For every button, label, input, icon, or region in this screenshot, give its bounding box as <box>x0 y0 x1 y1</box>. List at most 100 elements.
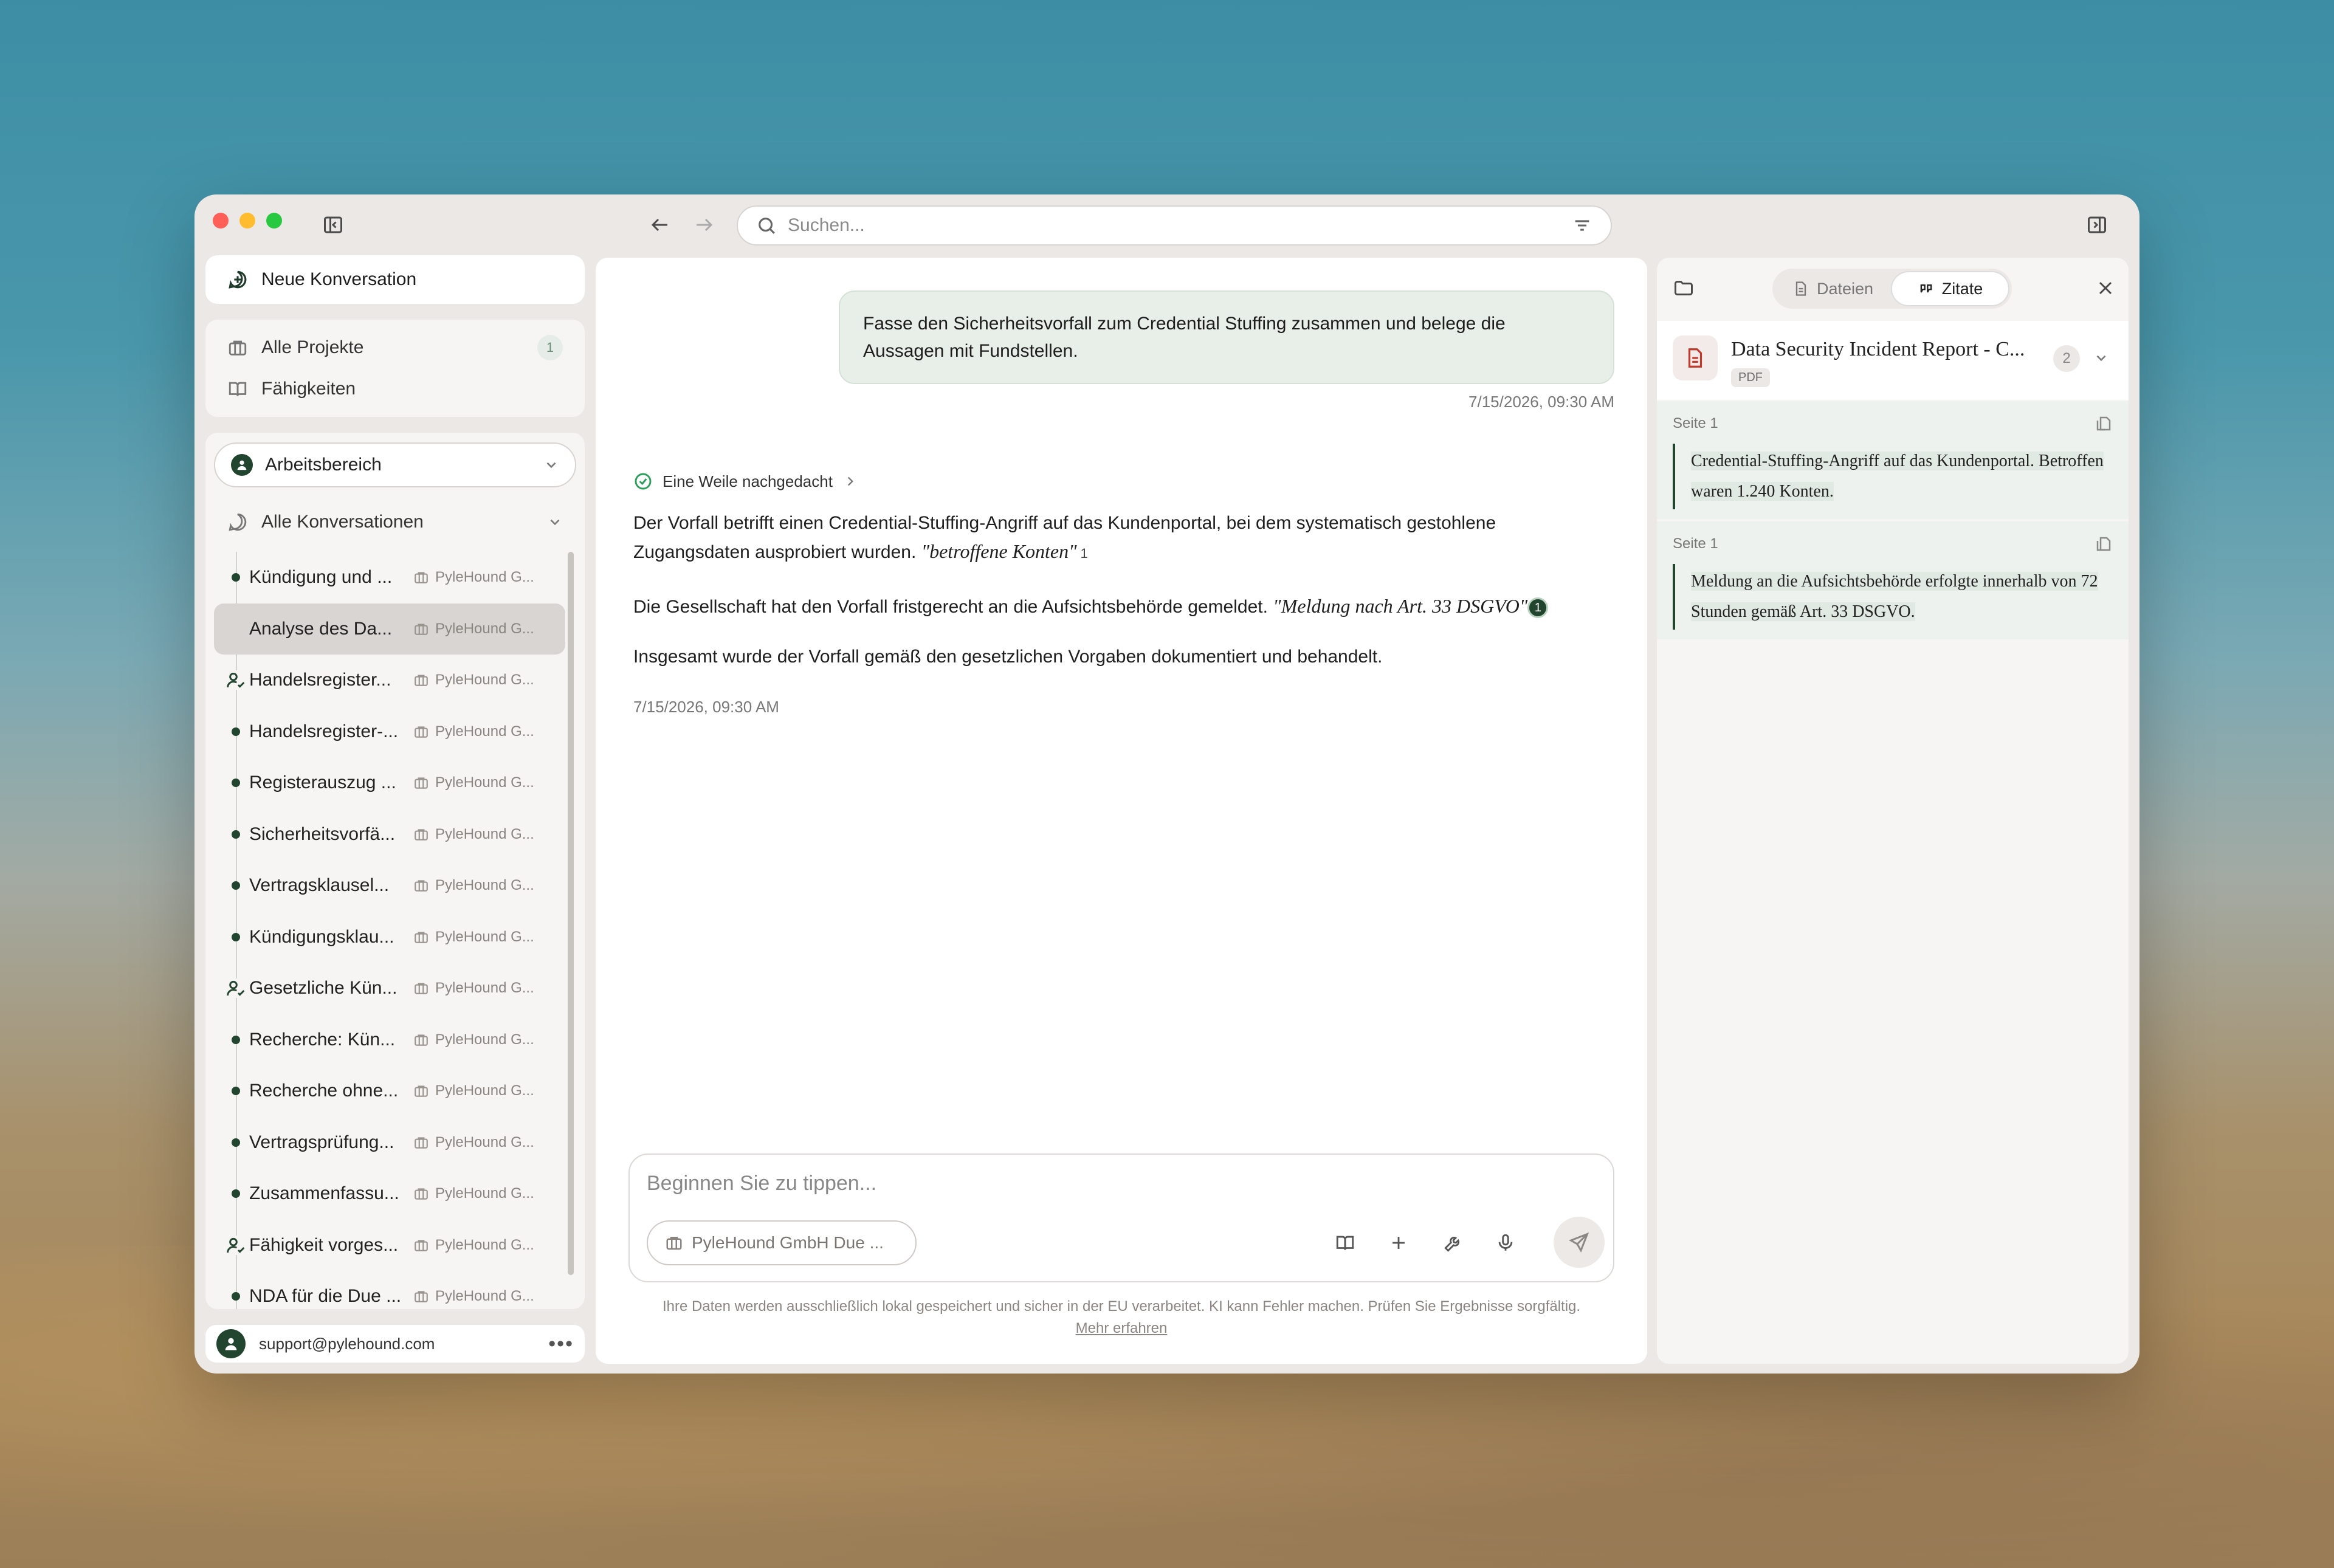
message-input[interactable] <box>647 1172 1558 1202</box>
learn-more-link[interactable]: Mehr erfahren <box>1076 1320 1168 1336</box>
conversation-item[interactable]: Handelsregister... PyleHound G... <box>205 655 570 706</box>
citation-marker-1[interactable]: 1 <box>1081 546 1088 561</box>
conversation-item[interactable]: NDA für die Due ... PyleHound G... <box>205 1271 570 1309</box>
conversation-project-label: PyleHound G... <box>435 1031 534 1048</box>
timeline-dot <box>232 1087 240 1096</box>
conversation-item[interactable]: Sicherheitsvorfä... PyleHound G... <box>205 809 570 861</box>
conversation-project: PyleHound G... <box>413 1237 534 1254</box>
briefcase-icon <box>415 777 428 789</box>
minimize-window-button[interactable] <box>239 213 255 229</box>
conversation-project: PyleHound G... <box>413 672 534 689</box>
project-selector[interactable]: PyleHound GmbH Due ... <box>647 1220 917 1265</box>
wrench-icon[interactable] <box>1437 1226 1470 1259</box>
conversation-project-label: PyleHound G... <box>435 620 534 637</box>
citation-item[interactable]: Seite 1 Credential-Stuffing-Angriff auf … <box>1657 401 2129 519</box>
conversation-item[interactable]: Handelsregister-... PyleHound G... <box>205 706 570 758</box>
nav-all-projects[interactable]: Alle Projekte 1 <box>205 327 585 368</box>
conversation-list: Kündigung und ... PyleHound G... Analyse d… <box>205 552 570 1309</box>
user-account[interactable]: support@pylehound.com ••• <box>205 1325 585 1363</box>
conversation-project-label: PyleHound G... <box>435 928 534 945</box>
user-message-timestamp: 7/15/2026, 09:30 AM <box>1468 393 1614 411</box>
skills-book-icon[interactable] <box>1329 1226 1362 1259</box>
all-conversations-label: Alle Konversationen <box>261 512 424 532</box>
conversation-project-label: PyleHound G... <box>435 1236 534 1253</box>
conversation-item[interactable]: Vertragsprüfung... PyleHound G... <box>205 1117 570 1169</box>
filter-icon[interactable] <box>1572 215 1592 236</box>
nav-card: Alle Projekte 1 Fähigkeiten <box>205 320 585 417</box>
conversation-item[interactable]: Zusammenfassu... PyleHound G... <box>205 1168 570 1220</box>
user-email: support@pylehound.com <box>259 1334 435 1353</box>
search-input[interactable] <box>788 215 1561 236</box>
briefcase-icon <box>415 675 428 686</box>
conversation-title: Registerauszug ... <box>249 772 396 793</box>
all-conversations-toggle[interactable]: Alle Konversationen <box>205 501 585 543</box>
workspace-select[interactable]: Arbeitsbereich <box>214 442 576 487</box>
conversation-item[interactable]: Vertragsklausel... PyleHound G... <box>205 860 570 912</box>
conversation-item[interactable]: Fähigkeit vorges... PyleHound G... <box>205 1220 570 1271</box>
search-icon <box>759 218 775 234</box>
person-check-icon <box>226 670 246 690</box>
back-arrow-icon[interactable] <box>649 214 671 236</box>
workspace-label: Arbeitsbereich <box>265 455 382 475</box>
new-conversation-button[interactable]: Neue Konversation <box>205 255 585 304</box>
conversation-title: Gesetzliche Kün... <box>249 978 398 999</box>
timeline-dot <box>232 779 240 788</box>
conversation-title: Fähigkeit vorges... <box>249 1234 399 1255</box>
answer-quote-2: "Meldung nach Art. 33 DSGVO" <box>1273 595 1528 617</box>
close-icon[interactable] <box>2095 277 2116 299</box>
briefcase-icon <box>415 1240 428 1251</box>
chat-plus-icon <box>229 270 247 289</box>
thought-label: Eine Weile nachgedacht <box>663 472 833 490</box>
briefcase-icon <box>415 1085 428 1097</box>
timeline-dot <box>232 1292 240 1301</box>
timeline-dot <box>232 727 240 736</box>
conversation-title: Recherche: Kün... <box>249 1029 396 1050</box>
close-window-button[interactable] <box>213 213 229 229</box>
conversation-project: PyleHound G... <box>413 723 534 740</box>
conversation-title: Vertragsprüfung... <box>249 1132 394 1152</box>
conversation-project-label: PyleHound G... <box>435 723 534 740</box>
sidebar-scrollbar[interactable] <box>568 552 574 1275</box>
thought-toggle[interactable]: Eine Weile nachgedacht <box>633 472 858 491</box>
conversation-item[interactable]: Recherche ohne... PyleHound G... <box>205 1065 570 1117</box>
citation-marker-2[interactable]: 1 <box>1527 597 1549 619</box>
citation-quote: Credential-Stuffing-Angriff auf das Kund… <box>1691 452 2104 501</box>
sidebar: Neue Konversation Alle Projekte 1 Fähigk… <box>205 255 585 1363</box>
copy-icon[interactable] <box>2095 414 2113 433</box>
forward-arrow-icon[interactable] <box>693 214 715 236</box>
copy-icon[interactable] <box>2095 535 2113 553</box>
check-circle-icon <box>635 473 652 490</box>
footnote-text: Ihre Daten werden ausschließlich lokal g… <box>662 1298 1581 1315</box>
chevron-right-icon <box>847 476 853 486</box>
briefcase-icon <box>415 1188 428 1200</box>
person-check-icon <box>226 978 246 999</box>
answer-paragraph-3: Insgesamt wurde der Vorfall gemäß den ge… <box>633 647 1383 667</box>
conversation-project: PyleHound G... <box>413 621 534 638</box>
right-panel-toggle-icon[interactable] <box>2086 214 2108 236</box>
nav-skills[interactable]: Fähigkeiten <box>205 368 585 410</box>
maximize-window-button[interactable] <box>266 213 282 229</box>
sidebar-toggle-icon[interactable] <box>322 214 344 236</box>
conversation-project-label: PyleHound G... <box>435 877 534 894</box>
tab-files[interactable]: Dateien <box>1775 271 1891 306</box>
more-options-icon[interactable]: ••• <box>548 1332 574 1356</box>
briefcase-icon <box>229 340 247 356</box>
conversation-title: Vertragsklausel... <box>249 875 390 896</box>
tab-citations[interactable]: Zitate <box>1891 271 2009 306</box>
folder-icon[interactable] <box>1673 277 1695 299</box>
conversation-item[interactable]: Kündigungsklau... PyleHound G... <box>205 912 570 963</box>
conversation-item[interactable]: Registerauszug ... PyleHound G... <box>205 757 570 809</box>
citation-item[interactable]: Seite 1 Meldung an die Aufsichtsbehörde … <box>1657 521 2129 639</box>
send-button[interactable] <box>1554 1217 1605 1268</box>
document-header[interactable]: Data Security Incident Report - C... PDF… <box>1657 321 2129 400</box>
chevron-down-icon[interactable] <box>2093 350 2109 366</box>
conversation-item[interactable]: Recherche: Kün... PyleHound G... <box>205 1014 570 1066</box>
project-selector-label: PyleHound GmbH Due ... <box>692 1233 884 1252</box>
conversation-item[interactable]: Analyse des Da... PyleHound G... <box>214 603 565 655</box>
conversation-item[interactable]: Kündigung und ... PyleHound G... <box>205 552 570 603</box>
add-attachment-icon[interactable] <box>1382 1226 1415 1259</box>
microphone-icon[interactable] <box>1489 1226 1522 1259</box>
document-type-tag: PDF <box>1731 368 1770 387</box>
conversation-item[interactable]: Gesetzliche Kün... PyleHound G... <box>205 963 570 1014</box>
citation-page: Seite 1 <box>1673 535 1718 552</box>
